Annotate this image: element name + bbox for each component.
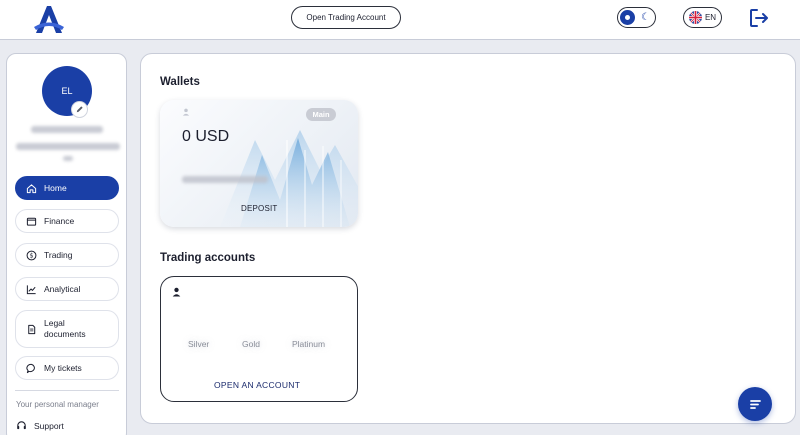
wallet-owner-redacted — [182, 176, 268, 183]
user-icon — [172, 287, 181, 297]
sidebar-item-legal-documents[interactable]: Legal documents — [15, 310, 119, 348]
support-label: Support — [34, 420, 64, 431]
open-an-account-button[interactable]: OPEN AN ACCOUNT — [214, 380, 300, 390]
top-bar: Open Trading Account ☾ EN — [0, 0, 800, 40]
sidebar-item-analytical[interactable]: Analytical — [15, 277, 119, 301]
user-icon — [182, 108, 190, 116]
chat-support-button[interactable] — [738, 387, 772, 421]
uk-flag-icon — [688, 11, 702, 24]
tier-gold: Gold — [242, 339, 260, 349]
tier-platinum: Platinum — [292, 339, 326, 349]
open-trading-account-button[interactable]: Open Trading Account — [291, 6, 401, 29]
sidebar-item-home[interactable]: Home — [15, 176, 119, 200]
sidebar-item-label: Legal documents — [44, 318, 86, 339]
dollar-icon: $ — [26, 250, 37, 260]
trading-accounts-title: Trading accounts — [160, 252, 256, 264]
sidebar-item-label: Home — [44, 183, 67, 193]
user-name-redacted — [31, 126, 103, 133]
edit-avatar-button[interactable] — [71, 101, 88, 118]
tier-silver: Silver — [188, 339, 210, 349]
main-wallet-badge: Main — [306, 108, 336, 121]
sidebar-item-label: My tickets — [44, 363, 82, 373]
language-selector[interactable]: EN — [683, 7, 722, 28]
home-icon — [26, 183, 37, 193]
chat-bubble-icon — [750, 400, 761, 409]
chart-icon — [26, 284, 36, 294]
svg-text:$: $ — [29, 251, 33, 259]
personal-manager-label: Your personal manager — [16, 400, 99, 409]
theme-toggle[interactable]: ☾ — [617, 7, 656, 28]
support-link[interactable]: Support — [16, 420, 64, 431]
sidebar-divider — [15, 390, 119, 391]
deposit-button[interactable]: DEPOSIT — [241, 204, 278, 213]
user-email-redacted-tail — [63, 156, 73, 161]
logout-icon[interactable] — [748, 7, 770, 29]
main-panel: Wallets Main 0 USD DEPOSIT Trading accou… — [140, 53, 796, 424]
brand-logo[interactable] — [32, 3, 66, 35]
moon-icon: ☾ — [641, 12, 650, 23]
wallet-card[interactable]: Main 0 USD DEPOSIT — [160, 100, 358, 227]
document-icon — [28, 324, 36, 334]
wallet-balance: 0 USD — [182, 128, 230, 145]
sun-icon — [620, 10, 635, 25]
sidebar-item-label: Analytical — [44, 284, 81, 294]
headset-icon — [17, 421, 26, 430]
chat-icon — [26, 363, 35, 373]
sidebar-item-label: Trading — [44, 250, 73, 260]
user-email-redacted — [16, 143, 120, 150]
sidebar: EL Home Finance $ Trading Analytical Leg… — [6, 53, 127, 435]
wallets-title: Wallets — [160, 76, 200, 88]
sidebar-item-finance[interactable]: Finance — [15, 209, 119, 233]
pencil-icon — [76, 106, 83, 113]
sidebar-item-my-tickets[interactable]: My tickets — [15, 356, 119, 380]
wallet-icon — [26, 217, 37, 226]
trading-account-card[interactable]: Silver Gold Platinum OPEN AN ACCOUNT — [160, 276, 358, 402]
sidebar-item-label: Finance — [44, 216, 75, 226]
sidebar-item-trading[interactable]: $ Trading — [15, 243, 119, 267]
language-label: EN — [704, 13, 717, 22]
